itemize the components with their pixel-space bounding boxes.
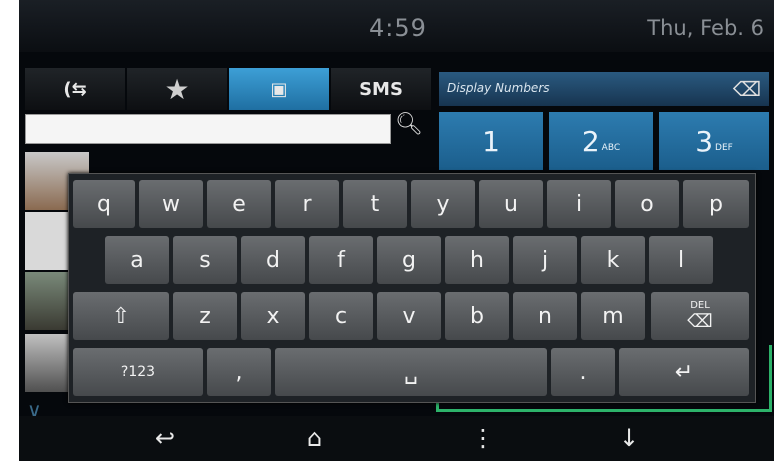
key-i[interactable]: i xyxy=(547,180,611,228)
dialpad-key-digit: 2 xyxy=(581,124,600,158)
display-numbers-label: Display Numbers xyxy=(447,81,550,95)
key-x[interactable]: x xyxy=(241,292,305,340)
backspace-icon[interactable]: ⌫ xyxy=(733,77,761,101)
comma-key[interactable]: , xyxy=(207,348,271,396)
key-q[interactable]: q xyxy=(73,180,135,228)
dialpad-key-digit: 3 xyxy=(695,124,714,158)
dialpad-key-letters: ABC xyxy=(601,143,621,153)
search-icon[interactable]: 🔍︎ xyxy=(391,112,427,142)
key-g[interactable]: g xyxy=(377,236,441,284)
dialpad-display: Display Numbers ⌫ xyxy=(439,72,769,106)
enter-icon: ↵ xyxy=(674,359,694,385)
clock: 4:59 xyxy=(369,14,427,42)
key-h[interactable]: h xyxy=(445,236,509,284)
key-r[interactable]: r xyxy=(275,180,339,228)
dialpad-key-3[interactable]: 3 DEF xyxy=(659,112,769,170)
key-m[interactable]: m xyxy=(581,292,645,340)
shift-icon: ⇧ xyxy=(111,303,131,329)
key-d[interactable]: d xyxy=(241,236,305,284)
key-n[interactable]: n xyxy=(513,292,577,340)
dialpad-key-1[interactable]: 1 xyxy=(439,112,543,170)
date: Thu, Feb. 6 xyxy=(647,16,764,40)
key-k[interactable]: k xyxy=(581,236,645,284)
key-e[interactable]: e xyxy=(207,180,271,228)
call-transfer-icon: (⇆ xyxy=(63,78,87,100)
key-b[interactable]: b xyxy=(445,292,509,340)
back-icon[interactable]: ↩ xyxy=(155,424,175,452)
contacts-icon: ▣ xyxy=(270,78,288,100)
status-bar: 4:59 Thu, Feb. 6 xyxy=(19,0,774,52)
search-input[interactable] xyxy=(25,114,391,144)
key-o[interactable]: o xyxy=(615,180,679,228)
tab-bar: (⇆ ★ ▣ SMS xyxy=(25,68,431,110)
dialpad-key-letters: DEF xyxy=(715,143,733,153)
onscreen-keyboard: q w e r t y u i o p a s d f g h j k l ⇧ … xyxy=(68,173,756,403)
menu-icon[interactable]: ⋮ xyxy=(471,424,495,452)
dialpad-key-digit: 1 xyxy=(482,124,500,158)
tab-sms-label: SMS xyxy=(359,78,403,100)
key-p[interactable]: p xyxy=(683,180,749,228)
delete-key[interactable]: DEL ⌫ xyxy=(651,292,749,340)
key-t[interactable]: t xyxy=(343,180,407,228)
key-f[interactable]: f xyxy=(309,236,373,284)
key-a[interactable]: a xyxy=(105,236,169,284)
key-j[interactable]: j xyxy=(513,236,577,284)
key-l[interactable]: l xyxy=(649,236,713,284)
key-w[interactable]: w xyxy=(139,180,203,228)
enter-key[interactable]: ↵ xyxy=(619,348,749,396)
key-s[interactable]: s xyxy=(173,236,237,284)
key-y[interactable]: y xyxy=(411,180,475,228)
tab-favorites[interactable]: ★ xyxy=(127,68,227,110)
tab-recent-calls[interactable]: (⇆ xyxy=(25,68,125,110)
backspace-icon: ⌫ xyxy=(687,311,713,332)
key-v[interactable]: v xyxy=(377,292,441,340)
tab-contacts[interactable]: ▣ xyxy=(229,68,329,110)
key-c[interactable]: c xyxy=(309,292,373,340)
key-u[interactable]: u xyxy=(479,180,543,228)
navigation-bar: ↩ ⌂ ⋮ ↓ xyxy=(19,416,774,461)
key-z[interactable]: z xyxy=(173,292,237,340)
dialpad-key-2[interactable]: 2 ABC xyxy=(549,112,653,170)
microphone-icon[interactable]: ↓ xyxy=(619,424,639,452)
tab-sms[interactable]: SMS xyxy=(331,68,431,110)
period-key[interactable]: . xyxy=(551,348,615,396)
delete-key-label: DEL xyxy=(690,300,710,311)
symbols-key[interactable]: ?123 xyxy=(73,348,203,396)
screen: 4:59 Thu, Feb. 6 (⇆ ★ ▣ SMS 🔍︎ ∨ Display… xyxy=(19,0,774,461)
space-key[interactable]: ␣ xyxy=(275,348,547,396)
shift-key[interactable]: ⇧ xyxy=(73,292,169,340)
home-icon[interactable]: ⌂ xyxy=(307,424,322,452)
star-icon: ★ xyxy=(164,72,190,106)
